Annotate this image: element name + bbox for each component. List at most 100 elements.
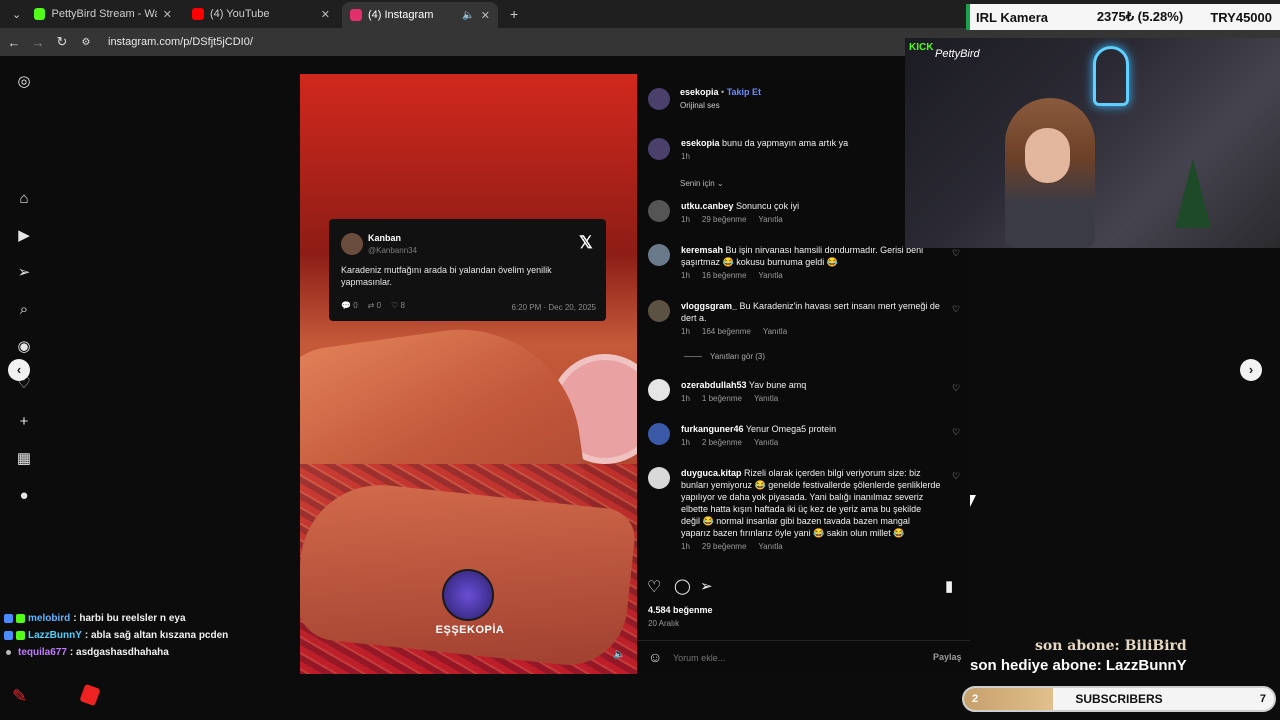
comment-username[interactable]: duyguca.kitap (681, 468, 742, 478)
comment-time: 1h (681, 215, 690, 224)
dashboard-icon[interactable]: ▦ (14, 449, 34, 469)
emoji-icon[interactable]: ☺ (648, 649, 662, 665)
subscriber-goal: 7 (1259, 693, 1266, 705)
like-comment-icon[interactable]: ♡ (952, 304, 960, 315)
new-tab-button[interactable]: + (502, 4, 522, 24)
sort-dropdown[interactable]: Senin için ⌄ (680, 179, 724, 188)
comment-icon[interactable]: ◯ (674, 577, 691, 595)
close-tab-icon[interactable]: ✕ (321, 8, 330, 21)
reload-icon[interactable]: ↻ (50, 34, 74, 50)
share-comment-button[interactable]: Paylaş (933, 652, 962, 662)
tweet-text: Karadeniz mutfağını arada bi yalandan öv… (341, 265, 552, 287)
comment-avatar[interactable] (648, 379, 670, 401)
author-username[interactable]: esekopia (680, 87, 719, 97)
previous-post-button[interactable]: ‹ (8, 359, 30, 381)
red-shape (79, 683, 101, 707)
comment-item: vloggsgram_ Bu Karadeniz'in havası sert … (681, 300, 941, 336)
view-replies-label: Yanıtları gör (3) (710, 352, 765, 361)
comment-username[interactable]: utku.canbey (681, 201, 734, 211)
badge-icon (16, 631, 25, 640)
bookmark-icon[interactable]: ▮ (945, 577, 953, 595)
christmas-tree (1175, 158, 1211, 228)
caption-text: bunu da yapmayın ama artık ya (722, 138, 849, 148)
comment-time: 1h (681, 542, 690, 551)
mute-icon[interactable]: 🔈 (613, 649, 625, 660)
tab-pettybird[interactable]: PettyBird Stream - Watch Live o ✕ (26, 4, 180, 24)
x-logo-icon: 𝕏 (579, 233, 593, 252)
post-likes[interactable]: 4.584 beğenme (648, 605, 713, 615)
comment-avatar[interactable] (648, 200, 670, 222)
comment-avatar[interactable] (648, 244, 670, 266)
author-avatar[interactable] (648, 88, 670, 110)
comment-username[interactable]: ozerabdullah53 (681, 380, 747, 390)
comment-item: utku.canbey Sonuncu çok iyi 1h 29 beğenme… (681, 200, 941, 224)
comment-avatar[interactable] (648, 423, 670, 445)
like-comment-icon[interactable]: ♡ (952, 427, 960, 438)
chat-message: tequila677 : asdgashasdhahaha (6, 644, 300, 661)
reply-button[interactable]: Yanıtla (758, 215, 782, 224)
streamer-signature: PettyBird (935, 48, 980, 60)
back-icon[interactable]: ← (2, 35, 26, 50)
site-info-icon[interactable]: ⚙ (74, 37, 98, 48)
create-icon[interactable]: + (14, 412, 34, 432)
send-icon[interactable]: ➢ (14, 263, 34, 283)
reply-button[interactable]: Yanıtla (754, 438, 778, 447)
tab-search-button[interactable]: ⌄ (4, 4, 22, 24)
comment-input[interactable] (673, 649, 893, 667)
next-post-button[interactable]: › (1240, 359, 1262, 381)
explore-icon[interactable]: ◉ (14, 337, 34, 357)
follow-button[interactable]: Takip Et (727, 87, 761, 97)
forward-icon[interactable]: → (26, 35, 50, 50)
close-tab-icon[interactable]: ✕ (163, 8, 172, 21)
subscriber-goal-bar: 2 SUBSCRIBERS 7 (962, 686, 1276, 712)
comment-item: ozerabdullah53 Yav bune amq 1h 1 beğenme Y… (681, 379, 941, 403)
youtube-favicon-icon (192, 8, 204, 20)
sort-label: Senin için (680, 179, 715, 188)
kick-logo: KICK (909, 42, 934, 53)
like-comment-icon[interactable]: ♡ (952, 248, 960, 259)
share-icon[interactable]: ➢ (700, 577, 713, 595)
home-icon[interactable]: ⌂ (14, 189, 34, 209)
comment-likes[interactable]: 29 beğenme (702, 215, 746, 224)
like-comment-icon[interactable]: ♡ (952, 383, 960, 394)
comment-text: Rizeli olarak içerden bilgi veriyorum si… (681, 468, 941, 538)
audio-label[interactable]: Orijinal ses (680, 101, 720, 110)
caption-avatar[interactable] (648, 138, 670, 160)
comment-likes[interactable]: 1 beğenme (702, 394, 742, 403)
comment-likes[interactable]: 29 beğenme (702, 542, 746, 551)
tab-youtube[interactable]: (4) YouTube ✕ (184, 4, 338, 24)
comment-username[interactable]: vloggsgram_ (681, 301, 737, 311)
like-post-icon[interactable]: ♡ (647, 577, 661, 597)
tab-instagram[interactable]: (4) Instagram 🔈 ✕ (342, 2, 498, 28)
search-icon[interactable]: ⌕ (14, 300, 34, 320)
comment-avatar[interactable] (648, 467, 670, 489)
comment-username[interactable]: keremsah (681, 245, 723, 255)
reel-video[interactable]: Kanban @Kanbann34 𝕏 Karadeniz mutfağını … (300, 74, 637, 674)
tweet-timestamp: 6:20 PM · Dec 20, 2025 (511, 303, 597, 312)
view-replies-button[interactable]: Yanıtları gör (3) (684, 352, 765, 361)
profile-avatar[interactable]: ● (14, 486, 34, 506)
mouse-cursor (970, 495, 976, 507)
tweet-avatar (341, 233, 363, 255)
chat-text: : harbi bu reelsler n eya (73, 613, 186, 624)
reply-icon: 💬 0 (341, 301, 358, 310)
reply-button[interactable]: Yanıtla (758, 271, 782, 280)
comment-username[interactable]: furkanguner46 (681, 424, 744, 434)
comment-likes[interactable]: 164 beğenme (702, 327, 751, 336)
caption-username[interactable]: esekopia (681, 138, 720, 148)
post-actions: ♡ ◯ ➢ ▮ (647, 577, 957, 597)
reply-button[interactable]: Yanıtla (754, 394, 778, 403)
speaker-icon[interactable]: 🔈 (462, 10, 474, 21)
reels-icon[interactable]: ▶ (14, 226, 34, 246)
comment-text: Sonuncu çok iyi (736, 201, 800, 211)
close-tab-icon[interactable]: ✕ (481, 9, 490, 22)
url-field[interactable]: instagram.com/p/DSfjt5jCDI0/ (108, 36, 253, 48)
reply-button[interactable]: Yanıtla (758, 542, 782, 551)
sidebar-nav: ◎ ⌂ ▶ ➢ ⌕ ◉ ♡ + ▦ ● (0, 56, 48, 616)
like-comment-icon[interactable]: ♡ (952, 471, 960, 482)
comment-likes[interactable]: 2 beğenme (702, 438, 742, 447)
comment-likes[interactable]: 16 beğenme (702, 271, 746, 280)
instagram-logo-icon[interactable]: ◎ (14, 72, 34, 92)
comment-avatar[interactable] (648, 300, 670, 322)
reply-button[interactable]: Yanıtla (763, 327, 787, 336)
